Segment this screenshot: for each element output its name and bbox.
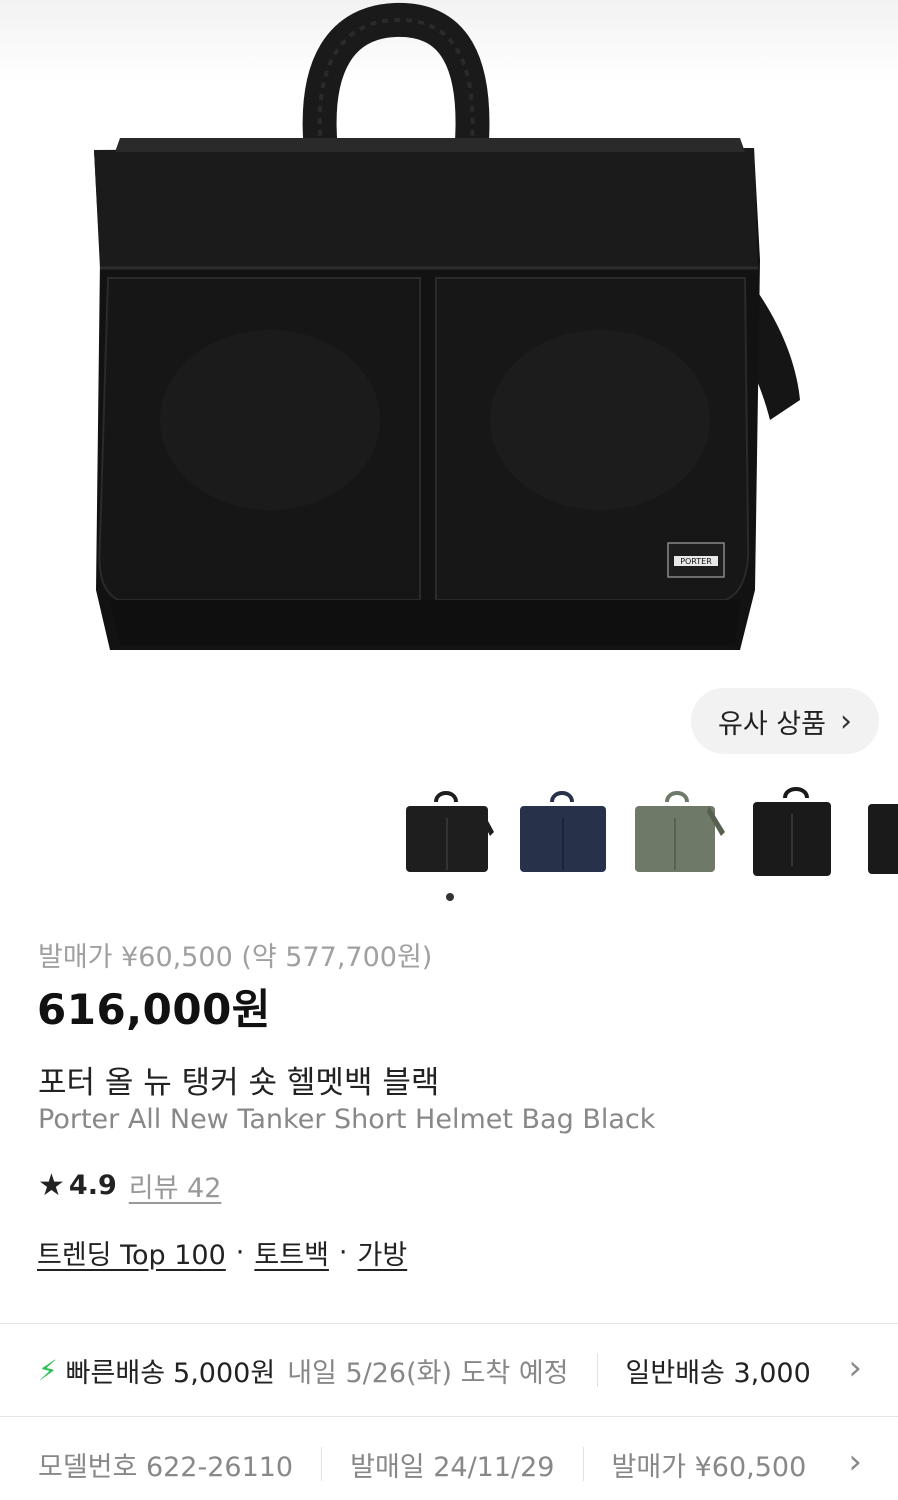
rating-score: 4.9 (68, 1170, 117, 1201)
current-price: 616,000원 (37, 985, 271, 1034)
chevron-right-icon[interactable]: › (848, 1348, 862, 1388)
category-tote-link[interactable]: 토트백 (254, 1233, 329, 1272)
section-divider (0, 1416, 898, 1417)
color-thumbnails (0, 782, 898, 882)
thumbnail-black-partial-bag[interactable] (862, 782, 898, 882)
release-date: 발매일 24/11/29 (350, 1451, 555, 1483)
category-trending-link[interactable]: 트렌딩 Top 100 (37, 1233, 226, 1272)
star-icon: ★ (38, 1168, 65, 1203)
similar-products-label: 유사 상품 (718, 708, 826, 740)
vertical-divider (321, 1447, 323, 1481)
fast-shipping-label: 빠른배송 (65, 1357, 166, 1389)
product-hero-image[interactable]: PORTER (0, 0, 898, 680)
model-number: 모델번호 622-26110 (38, 1451, 294, 1483)
chevron-right-icon: › (839, 703, 852, 739)
fast-shipping-eta: 내일 5/26(화) 도착 예정 (287, 1357, 569, 1389)
thumbnail-black-bag[interactable] (398, 782, 498, 882)
product-title-english: Porter All New Tanker Short Helmet Bag B… (38, 1104, 656, 1135)
porter-label-text: PORTER (680, 557, 712, 566)
product-title-korean: 포터 올 뉴 탱커 숏 헬멧백 블랙 (38, 1065, 440, 1101)
normal-shipping-label: 일반배송 3,000 (625, 1357, 811, 1389)
thumbnail-sage-bag[interactable] (629, 782, 729, 882)
info-release-price: 발매가 ¥60,500 (611, 1451, 807, 1483)
rating-row: ★ 4.9 리뷰 42 (38, 1166, 221, 1205)
vertical-divider (582, 1447, 584, 1481)
shipping-row[interactable]: ⚡ 빠른배송 5,000원 내일 5/26(화) 도착 예정 일반배송 3,00… (38, 1350, 898, 1390)
release-price: 발매가 ¥60,500 (약 577,700원) (38, 942, 433, 973)
breadcrumb-separator: · (338, 1237, 348, 1268)
bag-illustration: PORTER (94, 2, 800, 650)
fast-shipping-price: 5,000원 (173, 1357, 276, 1389)
chevron-right-icon[interactable]: › (848, 1442, 862, 1482)
thumbnail-black-tall-bag[interactable] (745, 782, 845, 882)
breadcrumb-separator: · (235, 1237, 245, 1268)
lightning-icon: ⚡ (38, 1353, 58, 1387)
category-bag-link[interactable]: 가방 (358, 1233, 408, 1272)
section-divider (0, 1323, 898, 1324)
vertical-divider (596, 1353, 598, 1387)
thumbnail-navy-bag[interactable] (514, 782, 614, 882)
product-info-row[interactable]: 모델번호 622-26110 발매일 24/11/29 발매가 ¥60,500 (38, 1444, 898, 1484)
similar-products-button[interactable]: 유사 상품 › (691, 688, 879, 754)
category-breadcrumb: 트렌딩 Top 100 · 토트백 · 가방 (37, 1233, 407, 1272)
carousel-indicator-dot[interactable] (446, 893, 454, 901)
reviews-link[interactable]: 리뷰 42 (129, 1166, 222, 1205)
